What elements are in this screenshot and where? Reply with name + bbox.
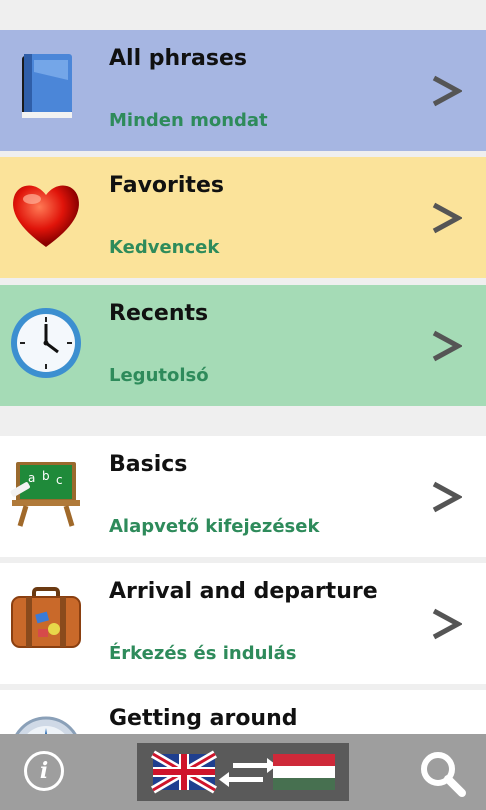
search-icon[interactable] [418, 749, 466, 797]
row-favorites[interactable]: Favorites Kedvencek [0, 157, 486, 278]
row-arrival-departure[interactable]: Arrival and departure Érkezés és indulás [0, 563, 486, 684]
row-basics[interactable]: a b c Basics Alapvető kifejezések [0, 436, 486, 557]
row-subtitle: Minden mondat [109, 110, 268, 131]
bottom-app-bar: i [0, 734, 486, 810]
chevron-right-icon [432, 481, 462, 513]
svg-text:a: a [28, 471, 35, 485]
chevron-right-icon [432, 75, 462, 107]
hungary-flag-icon [273, 754, 335, 790]
chevron-right-icon [432, 202, 462, 234]
svg-text:b: b [42, 469, 50, 483]
row-title: Arrival and departure [109, 579, 378, 604]
row-title: Favorites [109, 173, 224, 198]
uk-flag-icon [150, 750, 218, 794]
row-subtitle: Kedvencek [109, 237, 220, 258]
language-switch-graphic [150, 750, 335, 794]
row-getting-around[interactable]: Getting around [0, 690, 486, 734]
language-switch-button[interactable] [137, 743, 349, 801]
row-all-phrases[interactable]: All phrases Minden mondat [0, 30, 486, 151]
row-title: All phrases [109, 46, 247, 71]
row-subtitle: Érkezés és indulás [109, 643, 297, 664]
category-list: All phrases Minden mondat Favorites Kedv… [0, 0, 486, 734]
svg-text:c: c [56, 473, 63, 487]
chevron-right-icon [432, 330, 462, 362]
heart-icon [13, 185, 79, 247]
clock-icon [11, 308, 81, 378]
book-icon [22, 54, 72, 118]
row-recents[interactable]: Recents Legutolsó [0, 285, 486, 406]
swap-arrows-icon [219, 758, 277, 787]
chalkboard-icon: a b c [10, 462, 80, 527]
row-title: Recents [109, 301, 209, 326]
compass-icon [15, 716, 77, 734]
chevron-right-icon [432, 608, 462, 640]
row-subtitle: Legutolsó [109, 365, 209, 386]
row-subtitle: Alapvető kifejezések [109, 516, 320, 537]
row-title: Basics [109, 452, 188, 477]
row-title: Getting around [109, 706, 298, 731]
suitcase-icon [11, 587, 81, 648]
info-button[interactable]: i [24, 751, 64, 791]
